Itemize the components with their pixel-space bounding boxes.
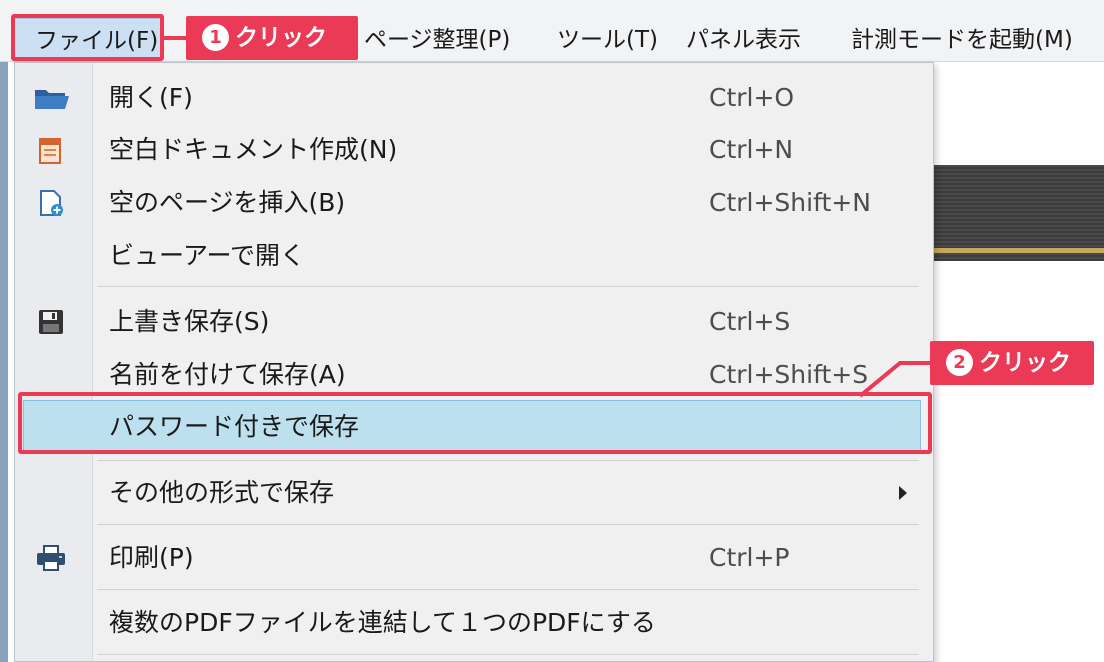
menu-item-shortcut: Ctrl+N: [709, 135, 794, 164]
menu-item-label: 複数のPDFファイルを連結して１つのPDFにする: [109, 608, 656, 637]
menu-panel-display[interactable]: パネル表示: [686, 18, 801, 62]
menu-item-open[interactable]: 開く(F) Ctrl+O: [15, 72, 933, 124]
printer-icon: [33, 544, 69, 572]
menu-item-label: 開く(F): [109, 83, 193, 112]
file-menu-highlight-box: [11, 14, 164, 61]
menu-separator: [97, 286, 919, 287]
menu-item-label: 上書き保存(S): [109, 307, 270, 336]
new-document-icon: [33, 136, 69, 164]
menu-item-label: その他の形式で保存: [109, 478, 335, 507]
menu-item-shortcut: Ctrl+S: [709, 307, 791, 336]
menu-item-label: ビューアーで開く: [109, 241, 306, 270]
submenu-arrow-icon: [899, 486, 907, 500]
menu-measure-mode[interactable]: 計測モードを起動(M): [851, 18, 1073, 62]
menu-separator: [97, 524, 919, 525]
menubar: ファイル(F) ページ整理(P) ツール(T) パネル表示 計測モードを起動(M…: [0, 0, 1104, 62]
menu-item-new-document[interactable]: 空白ドキュメント作成(N) Ctrl+N: [15, 124, 933, 176]
callout-text: クリック: [235, 25, 327, 51]
menu-item-save[interactable]: 上書き保存(S) Ctrl+S: [15, 296, 933, 348]
window-left-edge: [0, 62, 8, 662]
callout-text: クリック: [979, 350, 1071, 376]
menu-item-save-other-format[interactable]: その他の形式で保存: [15, 467, 933, 519]
menu-item-shortcut: Ctrl+P: [709, 543, 790, 572]
toolbar-background-band: [930, 165, 1104, 261]
menu-item-label: 空白ドキュメント作成(N): [109, 135, 398, 164]
menu-page-organize[interactable]: ページ整理(P): [364, 18, 510, 62]
menu-tools[interactable]: ツール(T): [557, 18, 658, 62]
step-number-badge: 2: [946, 349, 973, 376]
menu-item-insert-page[interactable]: 空のページを挿入(B) Ctrl+Shift+N: [15, 177, 933, 229]
menu-item-print[interactable]: 印刷(P) Ctrl+P: [15, 532, 933, 584]
file-dropdown-menu: 開く(F) Ctrl+O 空白ドキュメント作成(N) Ctrl+N 空のページを…: [14, 62, 934, 662]
menu-separator: [97, 589, 919, 590]
step-2-callout: 2 クリック: [930, 341, 1094, 385]
save-icon: [33, 308, 69, 336]
menu-item-combine-pdfs[interactable]: 複数のPDFファイルを連結して１つのPDFにする: [15, 597, 933, 649]
save-with-password-highlight-box: [18, 392, 932, 454]
insert-page-icon: [33, 189, 69, 217]
menu-item-label: 印刷(P): [109, 543, 194, 572]
menu-item-open-in-viewer[interactable]: ビューアーで開く: [15, 230, 933, 282]
step-1-callout: 1 クリック: [186, 16, 358, 60]
step-number-badge: 1: [202, 24, 229, 51]
menu-item-label: 空のページを挿入(B): [109, 188, 346, 217]
menu-item-shortcut: Ctrl+Shift+N: [709, 188, 871, 217]
folder-open-icon: [33, 84, 69, 112]
menu-separator: [97, 654, 919, 655]
menu-separator: [97, 460, 919, 461]
menu-item-shortcut: Ctrl+O: [709, 83, 795, 112]
